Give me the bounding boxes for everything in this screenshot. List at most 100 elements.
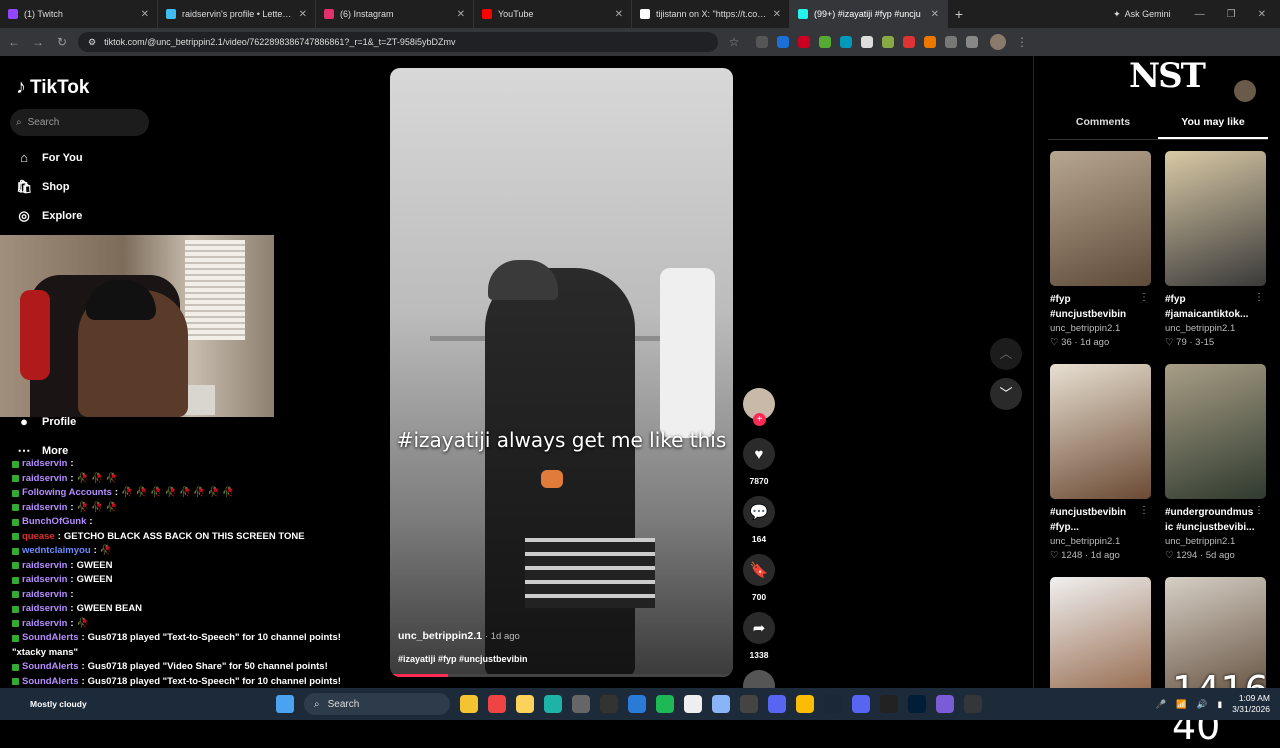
media-player-icon[interactable] <box>572 695 590 713</box>
close-icon[interactable]: ✕ <box>141 9 149 20</box>
maximize-icon[interactable]: ❐ <box>1227 9 1236 20</box>
suggested-video-card[interactable]: #fyp #jamaicantiktok... ⋮ unc_betrippin2… <box>1165 151 1266 348</box>
tab-twitch[interactable]: (1) Twitch ✕ <box>0 0 158 28</box>
new-tab-button[interactable]: + <box>948 6 970 22</box>
app-icon[interactable] <box>936 695 954 713</box>
battery-icon[interactable]: ▮ <box>1217 699 1222 710</box>
more-options-icon[interactable]: ⋮ <box>1139 505 1149 516</box>
obs-icon[interactable] <box>600 695 618 713</box>
menu-icon[interactable]: ⋮ <box>1014 35 1030 49</box>
extension-icon[interactable] <box>798 36 810 48</box>
forward-icon[interactable]: → <box>30 35 46 49</box>
volume-icon[interactable]: 🔊 <box>1197 699 1208 710</box>
back-icon[interactable]: ← <box>6 35 22 49</box>
address-bar[interactable]: ⚙ tiktok.com/@unc_betrippin2.1/video/7622… <box>78 32 718 52</box>
share-button[interactable]: ➦ <box>743 612 775 644</box>
extension-icon[interactable] <box>882 36 894 48</box>
more-options-icon[interactable]: ⋮ <box>1254 292 1264 303</box>
extension-icon[interactable] <box>840 36 852 48</box>
chat-message: raidservin: 🥀 🥀 🥀 <box>12 472 392 487</box>
nav-for-you[interactable]: ⌂ For You <box>16 150 82 165</box>
tab-youtube[interactable]: YouTube ✕ <box>474 0 632 28</box>
video-author[interactable]: unc_betrippin2.1 · 1d ago <box>398 630 520 642</box>
avatar[interactable] <box>1234 80 1256 102</box>
close-icon[interactable]: ✕ <box>773 9 781 20</box>
video-thumbnail[interactable] <box>1050 364 1151 499</box>
previous-video-button[interactable]: ︿ <box>990 338 1022 370</box>
taskbar-search[interactable]: ⌕ Search <box>304 693 450 715</box>
tab-letterboxd[interactable]: raidservin's profile • Letterboxd✕ <box>158 0 316 28</box>
tab-x[interactable]: tijistann on X: "https://t.co/8q ✕ <box>632 0 790 28</box>
edge-icon[interactable] <box>544 695 562 713</box>
microphone-icon[interactable]: 🎤 <box>1156 699 1167 710</box>
ask-gemini-button[interactable]: ✦ Ask Gemini <box>1103 9 1181 20</box>
search-input[interactable]: ⌕ Search <box>10 109 149 136</box>
close-icon[interactable]: ✕ <box>615 9 623 20</box>
epic-games-icon[interactable] <box>880 695 898 713</box>
extension-icon[interactable] <box>903 36 915 48</box>
extension-icon[interactable] <box>861 36 873 48</box>
folder-icon[interactable] <box>516 695 534 713</box>
app-icon[interactable] <box>740 695 758 713</box>
stream-watermark-logo: NST <box>1129 56 1206 96</box>
steam-icon[interactable] <box>824 695 842 713</box>
close-icon[interactable]: ✕ <box>457 9 465 20</box>
more-options-icon[interactable]: ⋮ <box>1139 292 1149 303</box>
minimize-icon[interactable]: — <box>1195 9 1205 20</box>
video-thumbnail[interactable] <box>1165 364 1266 499</box>
video-thumbnail[interactable] <box>1050 151 1151 286</box>
wifi-icon[interactable]: 📶 <box>1176 699 1187 710</box>
extension-icon[interactable] <box>819 36 831 48</box>
app-icon[interactable] <box>964 695 982 713</box>
tab-instagram[interactable]: (6) Instagram ✕ <box>316 0 474 28</box>
close-icon[interactable]: ✕ <box>931 9 939 20</box>
next-video-button[interactable]: ﹀ <box>990 378 1022 410</box>
creator-avatar[interactable]: + <box>743 388 775 426</box>
nav-explore[interactable]: ◎ Explore <box>16 208 82 224</box>
nav-shop[interactable]: 🛍 Shop <box>16 179 70 195</box>
notepad-icon[interactable] <box>712 695 730 713</box>
photos-icon[interactable] <box>628 695 646 713</box>
capcut-icon[interactable] <box>684 695 702 713</box>
clock[interactable]: 1:09 AM 3/31/2026 <box>1232 693 1270 715</box>
chat-message: raidservin: <box>12 588 392 603</box>
tiktok-logo[interactable]: ♪ TikTok <box>16 76 89 99</box>
comment-button[interactable]: 💬 <box>743 496 775 528</box>
photoshop-icon[interactable] <box>908 695 926 713</box>
download-icon[interactable] <box>966 36 978 48</box>
suggested-video-card[interactable]: #undergroundmus ic #uncjustbevibi... ⋮ u… <box>1165 364 1266 561</box>
tab-you-may-like[interactable]: You may like <box>1158 116 1268 139</box>
windows-start-icon[interactable] <box>276 695 294 713</box>
reload-icon[interactable]: ↻ <box>54 35 70 49</box>
spotify-icon[interactable] <box>656 695 674 713</box>
bookmark-star-icon[interactable]: ☆ <box>726 35 742 49</box>
like-button[interactable]: ♥ <box>743 438 775 470</box>
suggested-video-card[interactable]: #uncjustbevibin #fyp... ⋮ unc_betrippin2… <box>1050 364 1151 561</box>
video-player[interactable]: #izayatiji always get me like this unc_b… <box>390 68 733 677</box>
video-progress-bar[interactable] <box>390 674 733 677</box>
extension-icon[interactable] <box>777 36 789 48</box>
tab-tiktok[interactable]: (99+) #izayatiji #fyp #uncju ✕ <box>790 0 948 28</box>
browser-profile-avatar[interactable] <box>990 34 1006 50</box>
tab-comments[interactable]: Comments <box>1048 116 1158 139</box>
extension-icon[interactable] <box>756 36 768 48</box>
save-button[interactable]: 🔖 <box>743 554 775 586</box>
discord-icon[interactable] <box>768 695 786 713</box>
chat-message: raidservin: GWEEN <box>12 559 392 574</box>
more-options-icon[interactable]: ⋮ <box>1254 505 1264 516</box>
file-explorer-icon[interactable] <box>460 695 478 713</box>
puzzle-icon[interactable] <box>945 36 957 48</box>
close-icon[interactable]: ✕ <box>299 9 307 20</box>
extension-icon[interactable] <box>924 36 936 48</box>
discord-icon[interactable] <box>852 695 870 713</box>
site-info-icon[interactable]: ⚙ <box>88 37 96 48</box>
video-thumbnail[interactable] <box>1165 151 1266 286</box>
follow-plus-icon[interactable]: + <box>753 413 766 426</box>
chat-message: wedntclaimyou: 🥀 <box>12 544 392 559</box>
weather-widget[interactable]: Mostly cloudy <box>0 699 150 710</box>
chrome-icon[interactable] <box>796 695 814 713</box>
close-window-icon[interactable]: ✕ <box>1258 9 1266 20</box>
suggested-video-card[interactable]: #fyp #uncjustbevibin ⋮ unc_betrippin2.1 … <box>1050 151 1151 348</box>
video-hashtags[interactable]: #izayatiji #fyp #uncjustbevibin <box>398 654 528 664</box>
chrome-icon[interactable] <box>488 695 506 713</box>
